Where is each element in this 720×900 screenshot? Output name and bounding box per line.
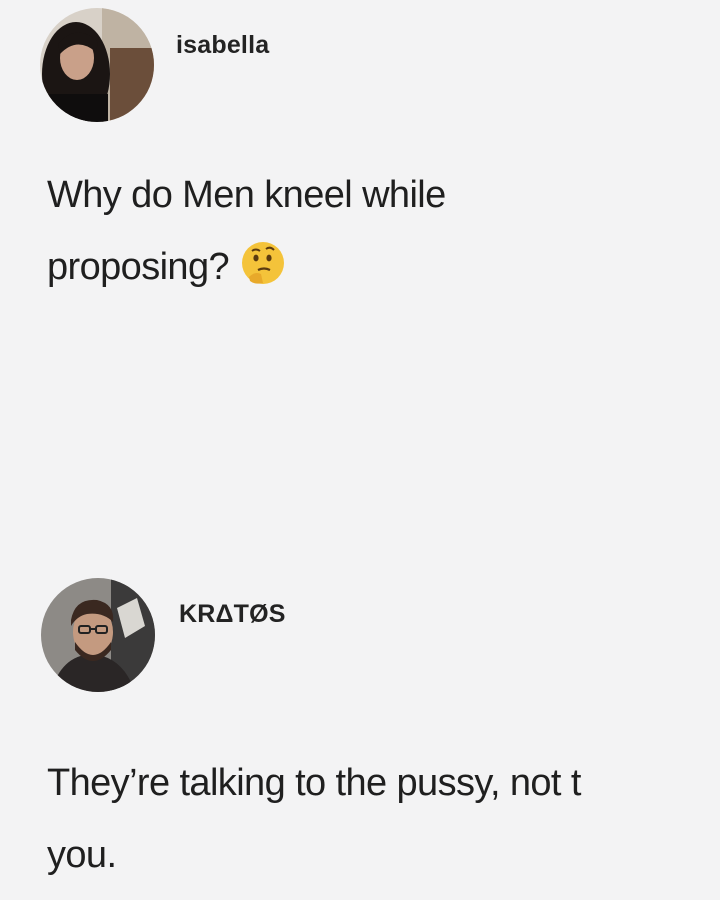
post-text-line: They’re talking to the pussy, not t xyxy=(47,762,581,804)
profile-photo-man-icon xyxy=(41,578,155,692)
post-text-line-content: proposing? xyxy=(47,246,230,288)
username[interactable]: KRΔTØS xyxy=(179,600,286,629)
post-text-line: you. xyxy=(47,834,117,876)
post-body: Why do Men kneel while proposing? xyxy=(47,159,446,303)
post-text-line: proposing? xyxy=(47,231,446,303)
post-text-line: Why do Men kneel while xyxy=(47,174,446,216)
thinking-face-emoji-icon xyxy=(239,239,287,287)
avatar[interactable] xyxy=(40,8,154,122)
avatar[interactable] xyxy=(41,578,155,692)
username[interactable]: isabella xyxy=(176,31,269,60)
profile-photo-woman-icon xyxy=(40,8,154,122)
post-body: They’re talking to the pussy, not t you. xyxy=(47,747,581,891)
